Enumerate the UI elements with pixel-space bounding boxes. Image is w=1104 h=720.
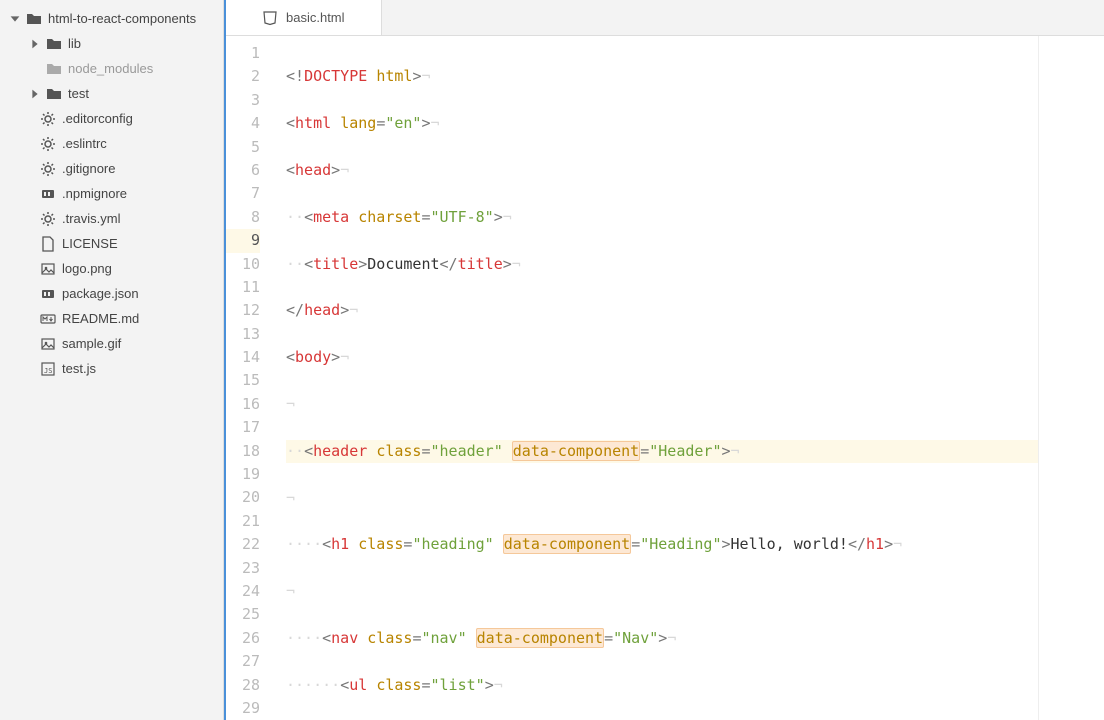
gear-icon <box>40 211 56 227</box>
markdown-icon <box>40 311 56 327</box>
tree-item-label: node_modules <box>68 61 153 76</box>
gear-icon <box>40 136 56 152</box>
folder-icon <box>26 11 42 27</box>
tree-root-item[interactable]: html-to-react-components <box>0 6 223 31</box>
tree-file-license[interactable]: LICENSE <box>0 231 223 256</box>
gear-icon <box>40 111 56 127</box>
js-icon: JS <box>40 361 56 377</box>
tree-root-label: html-to-react-components <box>48 11 196 26</box>
tab-label: basic.html <box>286 10 345 25</box>
image-icon <box>40 261 56 277</box>
chevron-right-icon <box>28 37 42 51</box>
line-number-gutter: 1234 5678 9101112 13141516 17181920 2122… <box>226 36 274 720</box>
tree-file-package[interactable]: package.json <box>0 281 223 306</box>
folder-icon <box>46 61 62 77</box>
npm-icon <box>40 186 56 202</box>
tree-file-editorconfig[interactable]: .editorconfig <box>0 106 223 131</box>
tree-item-label: sample.gif <box>62 336 121 351</box>
folder-icon <box>46 36 62 52</box>
tree-file-readme[interactable]: README.md <box>0 306 223 331</box>
tree-folder-node-modules[interactable]: node_modules <box>0 56 223 81</box>
tree-item-label: .gitignore <box>62 161 115 176</box>
tab-bar: basic.html <box>226 0 1104 36</box>
tab-basic-html[interactable]: basic.html <box>226 0 382 35</box>
tree-item-label: LICENSE <box>62 236 118 251</box>
tree-folder-test[interactable]: test <box>0 81 223 106</box>
npm-icon <box>40 286 56 302</box>
tree-item-label: .travis.yml <box>62 211 121 226</box>
tree-item-label: .eslintrc <box>62 136 107 151</box>
tree-item-label: lib <box>68 36 81 51</box>
tree-item-label: .npmignore <box>62 186 127 201</box>
folder-icon <box>46 86 62 102</box>
chevron-down-icon <box>8 12 22 26</box>
tree-file-npmignore[interactable]: .npmignore <box>0 181 223 206</box>
html-icon <box>262 10 278 26</box>
code-editor[interactable]: 1234 5678 9101112 13141516 17181920 2122… <box>226 36 1104 720</box>
chevron-right-icon <box>28 87 42 101</box>
right-margin <box>1038 36 1104 720</box>
tree-file-testjs[interactable]: JS test.js <box>0 356 223 381</box>
svg-text:JS: JS <box>44 367 52 375</box>
tree-file-sample[interactable]: sample.gif <box>0 331 223 356</box>
image-icon <box>40 336 56 352</box>
tree-file-logo[interactable]: logo.png <box>0 256 223 281</box>
tree-item-label: README.md <box>62 311 139 326</box>
document-icon <box>40 236 56 252</box>
tree-item-label: test.js <box>62 361 96 376</box>
tree-file-eslintrc[interactable]: .eslintrc <box>0 131 223 156</box>
tree-file-travis[interactable]: .travis.yml <box>0 206 223 231</box>
tree-item-label: .editorconfig <box>62 111 133 126</box>
tree-file-gitignore[interactable]: .gitignore <box>0 156 223 181</box>
tree-item-label: test <box>68 86 89 101</box>
tree-item-label: package.json <box>62 286 139 301</box>
tree-item-label: logo.png <box>62 261 112 276</box>
gear-icon <box>40 161 56 177</box>
code-content[interactable]: <!DOCTYPE html>¬ <html lang="en">¬ <head… <box>274 36 1038 720</box>
file-tree: html-to-react-components lib node_module… <box>0 0 223 387</box>
editor-pane: basic.html 1234 5678 9101112 13141516 17… <box>224 0 1104 720</box>
file-tree-sidebar[interactable]: html-to-react-components lib node_module… <box>0 0 224 720</box>
tree-folder-lib[interactable]: lib <box>0 31 223 56</box>
